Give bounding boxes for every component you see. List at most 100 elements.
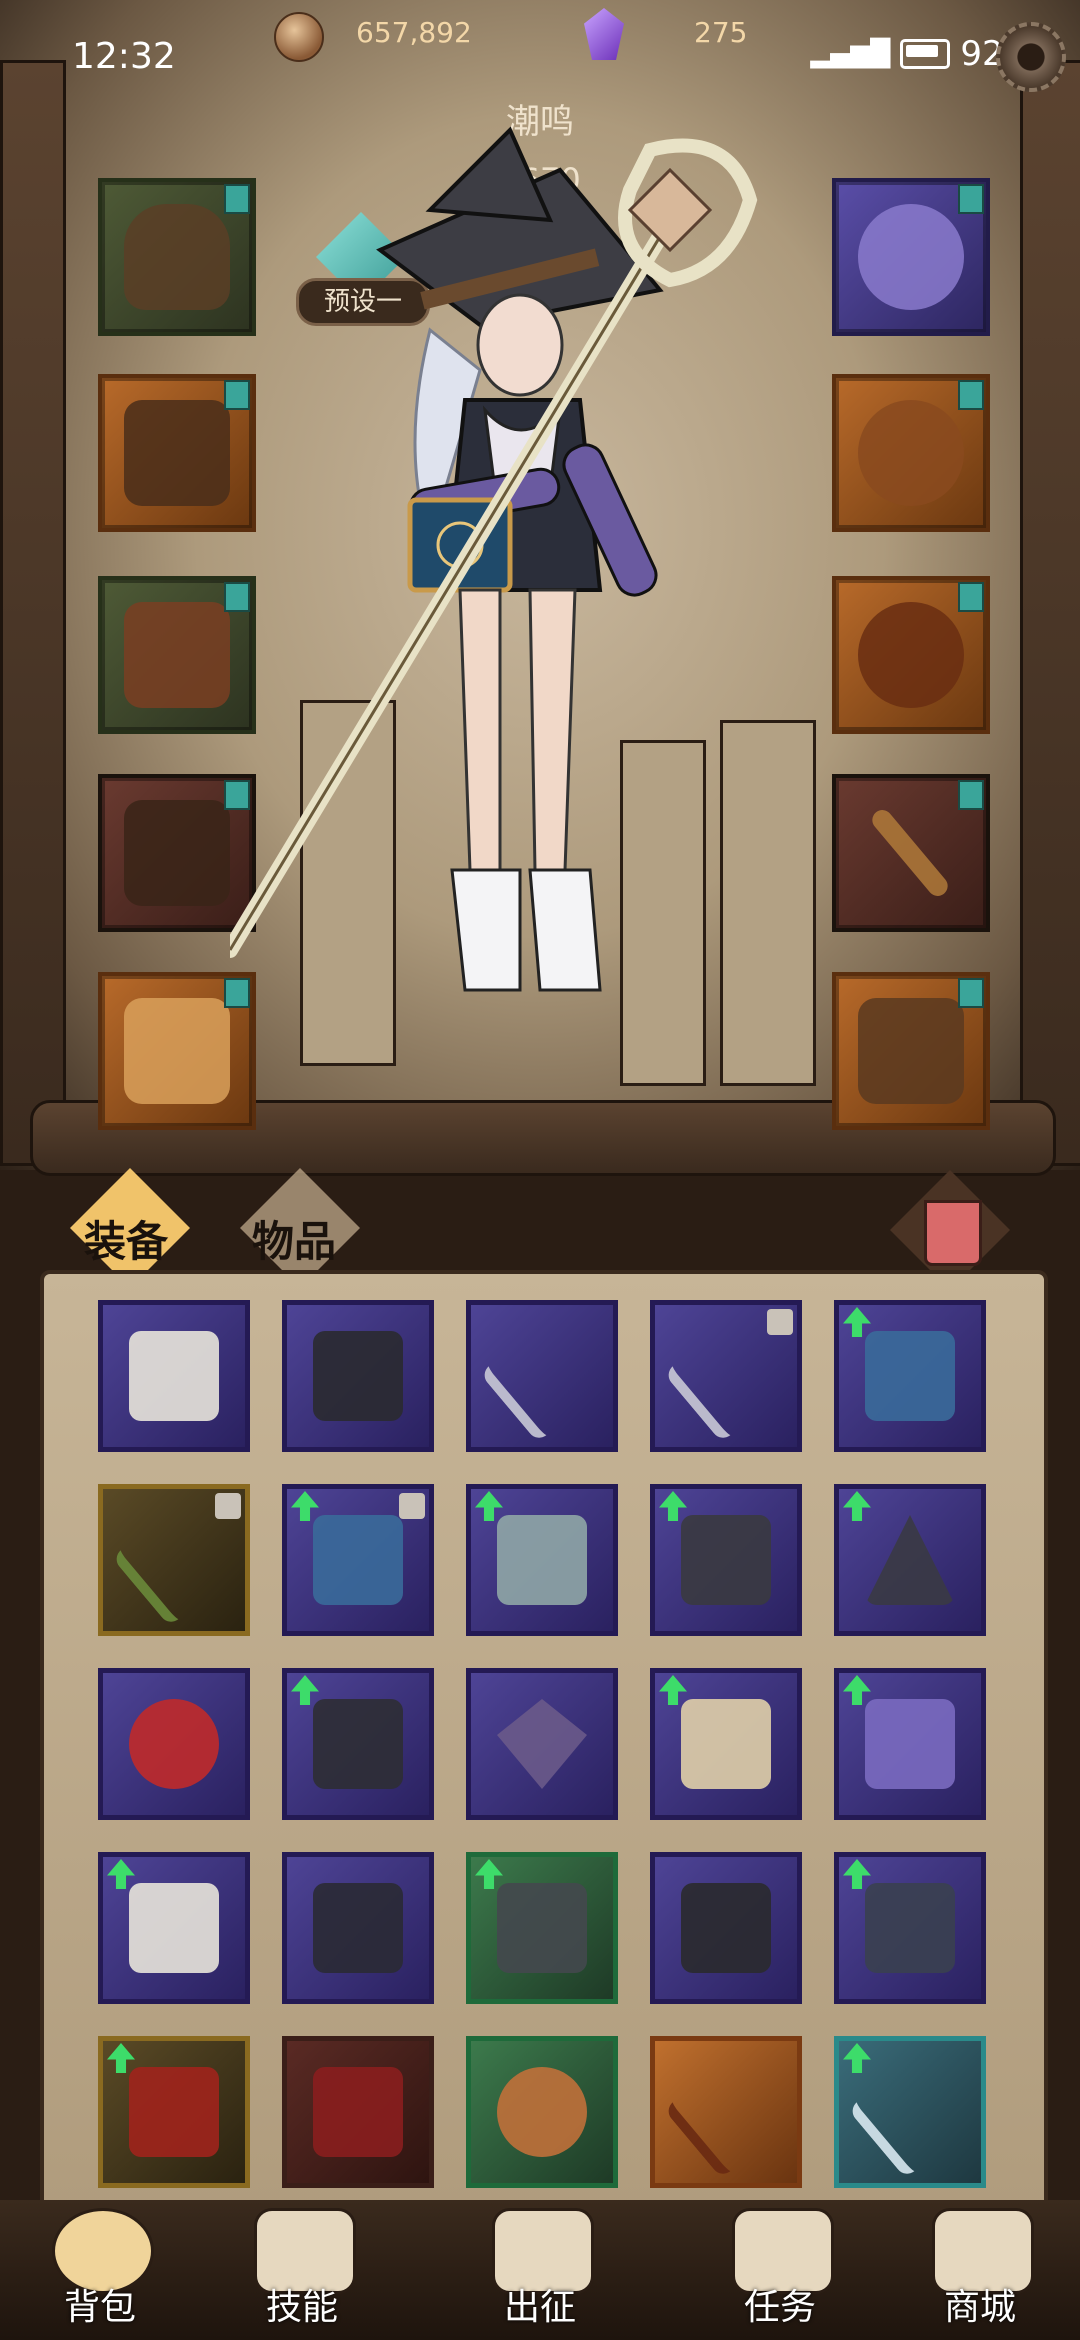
inventory-item-boots[interactable] [650,1852,802,2004]
wolf-head-icon [865,1883,955,1973]
nav-shop[interactable]: 商城 [890,2198,1070,2338]
tunic-icon [129,1331,219,1421]
nav-label: 技能 [265,2287,338,2328]
wood-frame-right [1020,60,1080,1166]
trash-icon [924,1200,982,1266]
tab-items[interactable]: 物品 [252,1208,336,1269]
crystal-icon [584,8,624,60]
upgrade-arrow-icon [659,1675,687,1705]
tab-equipment[interactable]: 装备 [84,1208,168,1269]
cloak-icon [124,400,230,506]
inventory-item-staff[interactable] [98,1484,250,1636]
tome-icon [858,998,964,1104]
nav-bag[interactable]: 背包 [10,2198,190,2338]
ring-icon [858,400,964,506]
nav-skills[interactable]: 技能 [212,2198,392,2338]
hat-icon [124,204,230,310]
inventory-item-demon-amulet[interactable] [282,1852,434,2004]
boots-icon [681,1883,771,1973]
inventory-item-spiked-shoulder[interactable] [466,1852,618,2004]
inventory-item-witch-hat[interactable] [834,1484,986,1636]
spellbook-icon [865,1331,955,1421]
inventory-item-ruby-amulet[interactable] [98,1668,250,1820]
inventory-item-tunic[interactable] [98,1300,250,1452]
inventory-item-sun-amulet[interactable] [466,2036,618,2188]
lock-icon [399,1493,425,1519]
inventory-item-spellbook-2[interactable] [282,1484,434,1636]
shorts-icon [313,1331,403,1421]
nav-label: 背包 [63,2287,136,2328]
upgrade-arrow-icon [843,1675,871,1705]
inventory-item-spellbook[interactable] [834,1300,986,1452]
boots-icon [124,998,230,1104]
inventory-item-fire-staff[interactable] [650,2036,802,2188]
shoulder-armor-icon [497,1883,587,1973]
slot-ring-2[interactable] [832,576,990,734]
ring-icon [858,602,964,708]
inventory-item-gauntlet[interactable] [466,1484,618,1636]
status-bar: 12:32 657,892 275 ▂▄▆█ 92% [0,0,1080,110]
nav-label: 商城 [943,2287,1016,2328]
gloves-icon [124,602,230,708]
slot-offhand[interactable] [832,972,990,1130]
slot-tag-icon [958,184,984,214]
inventory-item-arcane-tome[interactable] [834,1668,986,1820]
slot-ring[interactable] [832,374,990,532]
inventory-item-wand-locked[interactable] [650,1300,802,1452]
slot-tag-icon [958,978,984,1008]
inventory-item-scroll[interactable] [650,1668,802,1820]
coin-count: 657,892 [356,16,472,49]
slot-tag-icon [958,780,984,810]
inventory-item-wand[interactable] [466,1300,618,1452]
slot-weapon[interactable] [832,774,990,932]
slot-tag-icon [958,582,984,612]
inventory-item-ice-wand[interactable] [834,2036,986,2188]
crystal-count: 275 [694,16,748,49]
red-cloak-icon [129,2067,219,2157]
nav-expedition[interactable]: 出征 [450,2198,630,2338]
tunic-icon [129,1883,219,1973]
slot-amulet[interactable] [832,178,990,336]
upgrade-arrow-icon [843,1491,871,1521]
crystal-pendant-icon [497,1699,587,1789]
demon-amulet-icon [313,1883,403,1973]
wand-icon [479,1309,615,1443]
inventory-item-shorts[interactable] [282,1300,434,1452]
spellbook-icon [313,1515,403,1605]
inventory-item-wolf-chain[interactable] [834,1852,986,2004]
upgrade-arrow-icon [659,1491,687,1521]
inventory-item-red-cloak[interactable] [98,2036,250,2188]
ruby-amulet-icon [129,1699,219,1789]
upgrade-arrow-icon [475,1491,503,1521]
nav-quests[interactable]: 任务 [690,2198,870,2338]
staff-icon [868,805,952,901]
wood-frame-left [0,60,66,1166]
upgrade-arrow-icon [475,1859,503,1889]
clock: 12:32 [72,36,176,77]
upgrade-arrow-icon [843,1307,871,1337]
lock-icon [215,1493,241,1519]
witch-hat-icon [865,1515,955,1605]
red-skirt-icon [313,2067,403,2157]
upgrade-arrow-icon [107,1859,135,1889]
inventory-item-crystal-pendant[interactable] [466,1668,618,1820]
ice-wand-icon [847,2045,983,2179]
coin-icon [274,12,324,62]
sun-amulet-icon [497,2067,587,2157]
pants-icon [124,800,230,906]
inventory-item-tunic-2[interactable] [98,1852,250,2004]
skirt-icon [681,1515,771,1605]
battery-icon [900,39,951,69]
slot-tag-icon [958,380,984,410]
inventory-item-red-skirt[interactable] [282,2036,434,2188]
inventory-item-top-hat[interactable] [282,1668,434,1820]
nav-label: 出征 [503,2287,576,2328]
inventory-item-skirt[interactable] [650,1484,802,1636]
fire-staff-icon [663,2045,799,2179]
gauntlet-icon [497,1515,587,1605]
arcane-tome-icon [865,1699,955,1789]
settings-gear-icon[interactable] [996,22,1066,92]
upgrade-arrow-icon [291,1491,319,1521]
upgrade-arrow-icon [843,2043,871,2073]
upgrade-arrow-icon [843,1859,871,1889]
